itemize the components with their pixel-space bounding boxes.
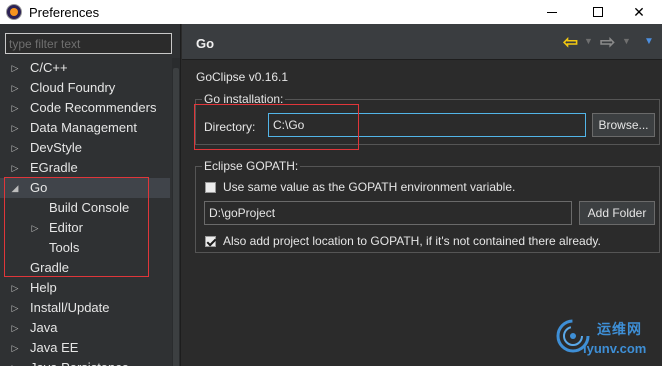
gopath-title: Eclipse GOPATH: bbox=[202, 159, 301, 173]
add-project-location-checkbox[interactable] bbox=[205, 235, 216, 247]
tree-item[interactable]: ▷ Java EE bbox=[0, 338, 170, 358]
page-header: Go ⇦ ▼ ⇨ ▼ ▼ bbox=[182, 24, 662, 60]
collapsed-arrow-icon[interactable]: ▷ bbox=[10, 298, 20, 318]
back-dropdown-icon[interactable]: ▼ bbox=[584, 36, 593, 46]
tree-item-label: DevStyle bbox=[30, 140, 83, 155]
preferences-sidebar: ▷ C/C++ ▷ Cloud Foundry ▷ Code Recommenders ▷ D… bbox=[0, 24, 181, 366]
scrollbar-thumb[interactable] bbox=[173, 68, 179, 366]
tree-item-label: Editor bbox=[49, 220, 83, 235]
preferences-page: Go ⇦ ▼ ⇨ ▼ ▼ GoClipse v0.16.1 Go install… bbox=[182, 24, 662, 366]
add-project-location-checkbox-row[interactable]: Also add project location to GOPATH, if … bbox=[205, 234, 601, 248]
eclipse-app-icon bbox=[6, 4, 22, 20]
collapsed-arrow-icon[interactable]: ▷ bbox=[30, 218, 40, 238]
collapsed-arrow-icon[interactable]: ▷ bbox=[10, 318, 20, 338]
collapsed-arrow-icon[interactable]: ▷ bbox=[10, 338, 20, 358]
forward-arrow-icon[interactable]: ⇨ bbox=[600, 33, 620, 51]
maximize-button[interactable] bbox=[575, 0, 621, 24]
collapsed-arrow-icon[interactable]: ▷ bbox=[10, 98, 20, 118]
tree-item-label: Build Console bbox=[49, 200, 130, 215]
collapsed-arrow-icon[interactable]: ▷ bbox=[10, 358, 20, 366]
tree-item[interactable]: Gradle bbox=[0, 258, 170, 278]
back-arrow-icon[interactable]: ⇦ bbox=[563, 33, 583, 51]
tree-item-label: Tools bbox=[49, 240, 80, 255]
tree-item-label: Data Management bbox=[30, 120, 137, 135]
tree-item-label: Gradle bbox=[30, 260, 70, 275]
forward-dropdown-icon[interactable]: ▼ bbox=[622, 36, 631, 46]
close-button[interactable]: ✕ bbox=[616, 0, 662, 24]
tree-item-label: Help bbox=[30, 280, 57, 295]
browse-button[interactable]: Browse... bbox=[592, 113, 655, 137]
directory-label: Directory: bbox=[204, 120, 256, 134]
tree-item[interactable]: ▷ Java bbox=[0, 318, 170, 338]
gopath-input[interactable] bbox=[204, 201, 572, 225]
tree-item-label: Java Persistence bbox=[30, 358, 129, 366]
tree-item[interactable]: ▷ Java Persistence bbox=[0, 358, 170, 366]
tree-item[interactable]: ▷ EGradle bbox=[0, 158, 170, 178]
tree-item[interactable]: Build Console bbox=[0, 198, 170, 218]
close-icon: ✕ bbox=[633, 3, 645, 20]
minimize-icon bbox=[547, 11, 557, 13]
minimize-button[interactable] bbox=[529, 0, 575, 24]
tree-item-label: Java bbox=[30, 320, 58, 335]
collapsed-arrow-icon[interactable]: ▷ bbox=[10, 158, 20, 178]
tree-item[interactable]: ▷ C/C++ bbox=[0, 58, 170, 78]
window-title: Preferences bbox=[29, 4, 100, 20]
plugin-version: GoClipse v0.16.1 bbox=[196, 70, 289, 84]
tree-item-label: C/C++ bbox=[30, 60, 68, 75]
collapsed-arrow-icon[interactable]: ▷ bbox=[10, 118, 20, 138]
tree-item[interactable]: ▷ Cloud Foundry bbox=[0, 78, 170, 98]
tree-item-label: EGradle bbox=[30, 160, 78, 175]
title-bar: Preferences ✕ bbox=[0, 0, 662, 24]
collapsed-arrow-icon[interactable]: ▷ bbox=[10, 278, 20, 298]
collapsed-arrow-icon[interactable]: ▷ bbox=[10, 78, 20, 98]
preferences-tree: ▷ C/C++ ▷ Cloud Foundry ▷ Code Recommenders ▷ D… bbox=[0, 58, 170, 366]
collapsed-arrow-icon[interactable]: ▷ bbox=[10, 58, 20, 78]
add-project-location-label: Also add project location to GOPATH, if … bbox=[223, 234, 601, 248]
sidebar-scrollbar[interactable] bbox=[172, 58, 180, 366]
tree-item-label: Go bbox=[30, 180, 48, 195]
tree-item-label: Cloud Foundry bbox=[30, 80, 116, 95]
tree-item[interactable]: ▷ DevStyle bbox=[0, 138, 170, 158]
filter-input[interactable] bbox=[5, 33, 172, 54]
view-menu-icon[interactable]: ▼ bbox=[644, 36, 654, 47]
use-env-gopath-label: Use same value as the GOPATH environment… bbox=[223, 180, 516, 194]
tree-item[interactable]: ▷ Editor bbox=[0, 218, 170, 238]
collapsed-arrow-icon[interactable]: ▷ bbox=[10, 138, 20, 158]
maximize-icon bbox=[593, 7, 603, 17]
tree-item[interactable]: ▷ Data Management bbox=[0, 118, 170, 138]
use-env-gopath-checkbox-row[interactable]: Use same value as the GOPATH environment… bbox=[205, 180, 515, 194]
tree-item-label: Code Recommenders bbox=[30, 100, 157, 115]
tree-item[interactable]: Tools bbox=[0, 238, 170, 258]
use-env-gopath-checkbox[interactable] bbox=[205, 181, 216, 193]
page-title: Go bbox=[196, 36, 215, 51]
tree-item-label: Install/Update bbox=[30, 300, 110, 315]
go-installation-title: Go installation: bbox=[202, 92, 286, 106]
directory-input[interactable] bbox=[268, 113, 586, 137]
expanded-arrow-icon[interactable]: ◢ bbox=[10, 178, 20, 198]
add-folder-button[interactable]: Add Folder bbox=[579, 201, 655, 225]
tree-item[interactable]: ▷ Install/Update bbox=[0, 298, 170, 318]
tree-item[interactable]: ◢ Go bbox=[0, 178, 170, 198]
tree-item[interactable]: ▷ Code Recommenders bbox=[0, 98, 170, 118]
tree-item-label: Java EE bbox=[30, 340, 79, 355]
tree-item[interactable]: ▷ Help bbox=[0, 278, 170, 298]
